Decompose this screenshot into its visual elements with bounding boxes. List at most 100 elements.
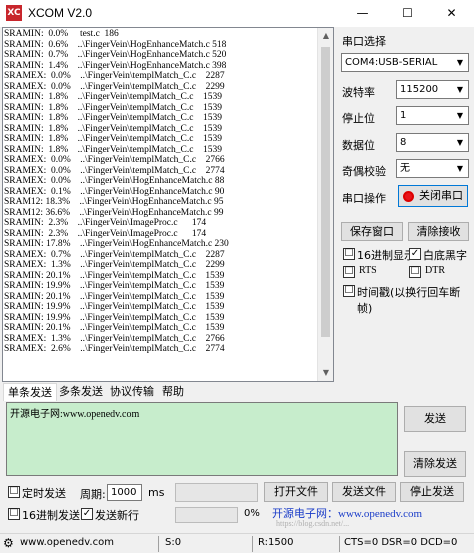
receive-line: SRAMIN: 1.8% ..\FingerVein\templMatch_C.…	[4, 102, 222, 113]
receive-line: SRAMIN: 1.8% ..\FingerVein\templMatch_C.…	[4, 113, 222, 123]
stop-bits-value: 1	[400, 110, 407, 121]
data-bits-select[interactable]: 8 ▼	[396, 133, 469, 152]
clear-receive-button[interactable]: 清除接收	[408, 222, 469, 241]
period-label: 周期:	[80, 488, 106, 501]
receive-line: SRAMEX: 1.3% ..\FingerVein\templMatch_C.…	[4, 260, 225, 270]
scroll-down-icon[interactable]: ▼	[318, 365, 333, 381]
send-button[interactable]: 发送	[404, 406, 466, 432]
status-bar: ⚙ www.openedv.com S:0 R:1500 CTS=0 DSR=0…	[0, 533, 474, 553]
tab-bar: 单条发送 多条发送 协议传输 帮助	[0, 383, 474, 401]
dtr-label: DTR	[425, 265, 445, 276]
progress-percent: 0%	[244, 508, 260, 519]
receive-line: SRAMIN: 2.3% ..\FingerVein\ImageProc.c 1…	[4, 228, 207, 239]
receive-line: SRAMIN: 1.8% ..\FingerVein\templMatch_C.…	[4, 134, 222, 144]
close-button[interactable]: ✕	[429, 0, 474, 27]
scroll-thumb[interactable]	[321, 47, 330, 337]
receive-text: SRAMIN: 0.0% test.c 186 SRAMIN: 0.6% ..\F…	[4, 29, 318, 355]
hex-send-checkbox[interactable]: ☐	[8, 508, 20, 520]
chevron-down-icon: ▼	[456, 111, 464, 120]
send-text: 开源电子网:www.openedv.com	[10, 409, 140, 420]
receive-line: SRAMIN: 1.8% ..\FingerVein\templMatch_C.…	[4, 144, 222, 155]
receive-line: SRAMIN: 19.9% ..\FingerVein\templMatch_C…	[4, 281, 225, 291]
parity-select[interactable]: 无 ▼	[396, 159, 469, 178]
tab-help[interactable]: 帮助	[158, 383, 188, 401]
save-window-button[interactable]: 保存窗口	[341, 222, 403, 241]
port-value: COM4:USB-SERIAL	[345, 57, 438, 68]
tab-single-send[interactable]: 单条发送	[3, 383, 57, 401]
open-file-button[interactable]: 打开文件	[264, 482, 328, 502]
port-op-label: 串口操作	[342, 192, 386, 205]
chevron-down-icon: ▼	[456, 58, 464, 67]
receive-line: SRAMIN: 1.8% ..\FingerVein\templMatch_C.…	[4, 123, 222, 134]
receive-line: SRAMEX: 0.0% ..\FingerVein\templMatch_C.…	[4, 81, 225, 92]
parity-label: 奇偶校验	[342, 165, 386, 178]
scroll-up-icon[interactable]: ▲	[318, 28, 333, 44]
status-url[interactable]: www.openedv.com	[20, 537, 114, 548]
status-divider	[158, 536, 159, 552]
stop-bits-select[interactable]: 1 ▼	[396, 106, 469, 125]
receive-line: SRAMEX: 0.0% ..\FingerVein\templMatch_C.…	[4, 71, 225, 81]
chevron-down-icon: ▼	[456, 85, 464, 94]
send-input[interactable]: 开源电子网:www.openedv.com	[6, 402, 398, 476]
timestamp-label: 时间戳(以换行回车断帧)	[357, 286, 461, 315]
ms-label: ms	[148, 486, 165, 499]
receive-line: SRAMEX: 0.0% ..\FingerVein\templMatch_C.…	[4, 165, 225, 176]
minimize-button[interactable]: —	[340, 0, 385, 27]
hex-display-label: 16进制显示	[357, 249, 415, 262]
receive-line: SRAMIN: 0.6% ..\FingerVein\HogEnhanceMat…	[4, 39, 227, 50]
baud-label: 波特率	[342, 86, 375, 99]
baud-value: 115200	[400, 84, 439, 95]
timestamp-checkbox[interactable]: ☐	[343, 285, 355, 297]
receive-line: SRAMEX: 2.6% ..\FingerVein\templMatch_C.…	[4, 344, 225, 354]
white-bg-checkbox[interactable]: ✓	[409, 248, 421, 260]
rts-checkbox[interactable]: ☐	[343, 266, 355, 278]
close-port-button[interactable]: 关闭串口	[398, 185, 468, 207]
newline-label: 发送新行	[95, 509, 139, 522]
receive-line: SRAMEX: 1.3% ..\FingerVein\templMatch_C.…	[4, 333, 225, 344]
stop-bits-label: 停止位	[342, 112, 375, 125]
period-input[interactable]: 1000	[107, 484, 142, 501]
timed-send-label: 定时发送	[22, 487, 66, 500]
receive-line: SRAMIN: 0.0% test.c 186	[4, 29, 119, 39]
csdn-watermark: https://blog.csdn.net/...	[276, 519, 350, 528]
receive-line: SRAMIN: 0.7% ..\FingerVein\HogEnhanceMat…	[4, 50, 227, 60]
status-signals: CTS=0 DSR=0 DCD=0	[344, 537, 458, 548]
receive-line: SRAMIN: 20.1% ..\FingerVein\templMatch_C…	[4, 291, 225, 302]
status-sent-count: S:0	[165, 537, 182, 548]
rts-label: RTS	[359, 265, 377, 276]
port-section-label: 串口选择	[342, 35, 386, 48]
port-status-led-icon	[403, 191, 414, 202]
receive-line: SRAMIN: 1.4% ..\FingerVein\HogEnhanceMat…	[4, 60, 227, 71]
receive-line: SRAMIN: 19.9% ..\FingerVein\templMatch_C…	[4, 312, 225, 323]
clear-send-button[interactable]: 清除发送	[404, 451, 466, 477]
stop-send-button[interactable]: 停止发送	[400, 482, 464, 502]
dtr-checkbox[interactable]: ☐	[409, 266, 421, 278]
chevron-down-icon: ▼	[456, 138, 464, 147]
newline-checkbox[interactable]: ✓	[81, 508, 93, 520]
receive-line: SRAMEX: 0.0% ..\FingerVein\templMatch_C.…	[4, 155, 225, 165]
maximize-button[interactable]: ☐	[385, 0, 430, 27]
send-file-button[interactable]: 发送文件	[332, 482, 396, 502]
receive-area[interactable]: SRAMIN: 0.0% test.c 186 SRAMIN: 0.6% ..\F…	[2, 27, 334, 382]
receive-scrollbar[interactable]: ▲ ▼	[317, 28, 333, 381]
receive-line: SRAMIN: 20.1% ..\FingerVein\templMatch_C…	[4, 270, 225, 281]
receive-line: SRAM12: 36.6% ..\FingerVein\HogEnhanceMa…	[4, 207, 224, 218]
tab-protocol[interactable]: 协议传输	[106, 383, 158, 401]
hex-display-checkbox[interactable]: ☐	[343, 248, 355, 260]
status-divider	[339, 536, 340, 552]
receive-line: SRAMEX: 0.1% ..\FingerVein\HogEnhanceMat…	[4, 186, 225, 197]
status-divider	[252, 536, 253, 552]
send-progress-bar	[175, 507, 238, 523]
timed-send-checkbox[interactable]: ☐	[8, 486, 20, 498]
app-icon: XC	[6, 5, 22, 21]
port-select[interactable]: COM4:USB-SERIAL ▼	[341, 53, 469, 72]
receive-line: SRAMIN: 2.3% ..\FingerVein\ImageProc.c 1…	[4, 218, 207, 228]
title-bar: XC XCOM V2.0 — ☐ ✕	[0, 0, 474, 27]
close-port-label: 关闭串口	[419, 189, 463, 202]
send-box-blank	[175, 483, 258, 502]
receive-line: SRAMIN: 17.8% ..\FingerVein\HogEnhanceMa…	[4, 239, 229, 249]
tab-multi-send[interactable]: 多条发送	[55, 383, 107, 401]
gear-icon[interactable]: ⚙	[3, 536, 14, 550]
chevron-down-icon: ▼	[456, 164, 464, 173]
baud-select[interactable]: 115200 ▼	[396, 80, 469, 99]
